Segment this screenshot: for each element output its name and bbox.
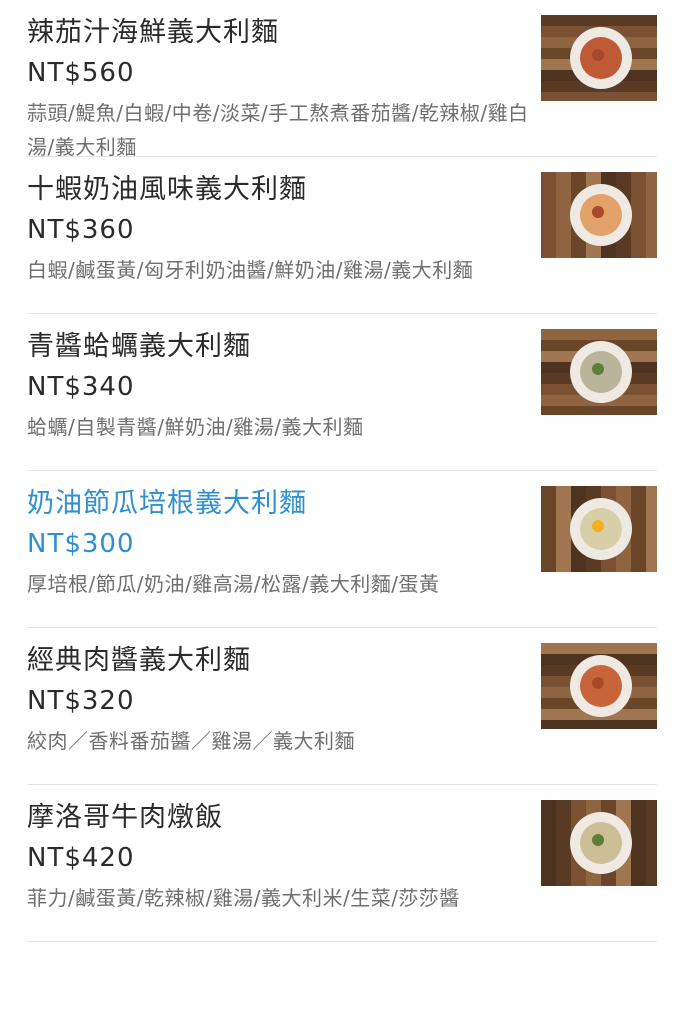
menu-item-price: NT$360 xyxy=(27,215,135,245)
menu-item-price: NT$420 xyxy=(27,843,135,873)
shrimp-cream-pasta-photo[interactable] xyxy=(541,172,657,258)
menu-item-name: 摩洛哥牛肉燉飯 xyxy=(27,802,223,833)
moroccan-beef-risotto-photo[interactable] xyxy=(541,800,657,886)
menu-item-description: 白蝦/鹹蛋黃/匈牙利奶油醬/鮮奶油/雞湯/義大利麵 xyxy=(27,258,474,282)
menu-item-price: NT$300 xyxy=(27,529,135,559)
clam-pesto-pasta-photo[interactable] xyxy=(541,329,657,415)
menu-item-selected[interactable]: 奶油節瓜培根義大利麵 NT$300 厚培根/節瓜/奶油/雞高湯/松露/義大利麵/… xyxy=(27,471,657,628)
menu-item[interactable]: 摩洛哥牛肉燉飯 NT$420 菲力/鹹蛋黃/乾辣椒/雞湯/義大利米/生菜/莎莎醬 xyxy=(27,785,657,942)
seafood-tomato-pasta-photo[interactable] xyxy=(541,15,657,101)
menu-item-description: 蒜頭/鯷魚/白蝦/中卷/淡菜/手工熬煮番茄醬/乾辣椒/雞白湯/義大利麵 xyxy=(27,101,529,159)
menu-item-name: 經典肉醬義大利麵 xyxy=(27,645,251,676)
menu-item-name: 奶油節瓜培根義大利麵 xyxy=(27,488,307,519)
menu-item[interactable]: 十蝦奶油風味義大利麵 NT$360 白蝦/鹹蛋黃/匈牙利奶油醬/鮮奶油/雞湯/義… xyxy=(27,157,657,314)
menu-item-name: 辣茄汁海鮮義大利麵 xyxy=(27,17,279,48)
menu-item-description: 絞肉／香料番茄醬／雞湯／義大利麵 xyxy=(27,729,355,753)
menu-item-price: NT$560 xyxy=(27,58,135,88)
menu-item-price: NT$320 xyxy=(27,686,135,716)
menu-item-name: 青醬蛤蠣義大利麵 xyxy=(27,331,251,362)
bolognese-pasta-photo[interactable] xyxy=(541,643,657,729)
menu-item-description: 厚培根/節瓜/奶油/雞高湯/松露/義大利麵/蛋黃 xyxy=(27,572,440,596)
zucchini-bacon-pasta-photo[interactable] xyxy=(541,486,657,572)
menu-item-description: 蛤蠣/自製青醬/鮮奶油/雞湯/義大利麵 xyxy=(27,415,364,439)
menu-list: 辣茄汁海鮮義大利麵 NT$560 蒜頭/鯷魚/白蝦/中卷/淡菜/手工熬煮番茄醬/… xyxy=(0,0,686,942)
menu-item-price: NT$340 xyxy=(27,372,135,402)
menu-item[interactable]: 青醬蛤蠣義大利麵 NT$340 蛤蠣/自製青醬/鮮奶油/雞湯/義大利麵 xyxy=(27,314,657,471)
menu-item-name: 十蝦奶油風味義大利麵 xyxy=(27,174,307,205)
menu-item-description: 菲力/鹹蛋黃/乾辣椒/雞湯/義大利米/生菜/莎莎醬 xyxy=(27,886,460,910)
menu-item[interactable]: 辣茄汁海鮮義大利麵 NT$560 蒜頭/鯷魚/白蝦/中卷/淡菜/手工熬煮番茄醬/… xyxy=(27,0,657,159)
menu-item[interactable]: 經典肉醬義大利麵 NT$320 絞肉／香料番茄醬／雞湯／義大利麵 xyxy=(27,628,657,785)
